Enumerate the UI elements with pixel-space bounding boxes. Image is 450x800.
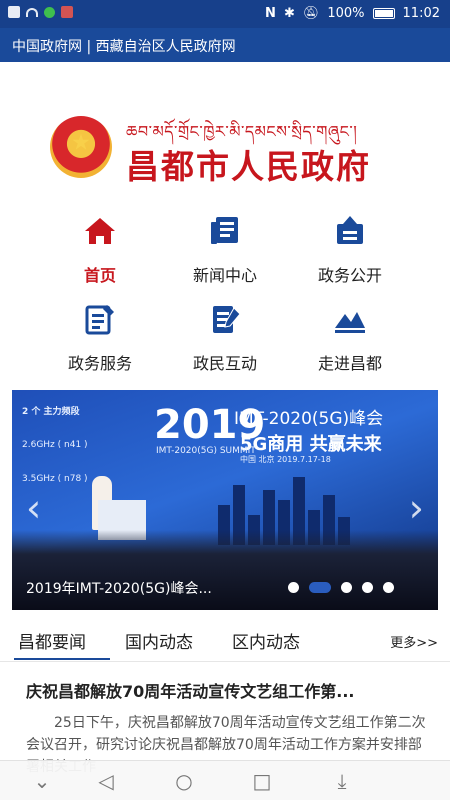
- banner-spec-bands: 2 个 主力频段: [22, 407, 80, 417]
- banner-spec-n41: 2.6GHz ( n41 ): [22, 440, 88, 450]
- active-tab-indicator: [14, 658, 110, 660]
- carousel-prev-icon[interactable]: ‹: [26, 486, 41, 530]
- nav-home[interactable]: 首页: [40, 214, 160, 292]
- banner-slogan: 5G商用 共赢未来: [240, 434, 382, 455]
- battery-percent: 100%: [327, 6, 365, 21]
- battery-icon: [372, 8, 395, 19]
- news-carousel[interactable]: 2 个 主力频段 2.6GHz ( n41 ) 3.5GHz ( n78 ) 2…: [12, 390, 438, 610]
- nav-label: 首页: [83, 266, 116, 285]
- interaction-icon: [213, 306, 241, 333]
- tab-regional-news[interactable]: 区内动态: [232, 628, 300, 653]
- carousel-dot[interactable]: [288, 582, 299, 593]
- nav-label: 新闻中心: [192, 266, 257, 285]
- top-links-bar: 中国政府网 | 西藏自治区人民政府网: [0, 28, 450, 62]
- landscape-icon: [335, 312, 365, 333]
- nav-label: 走进昌都: [317, 354, 382, 373]
- national-emblem-icon: ★: [50, 116, 112, 178]
- back-icon[interactable]: ◁: [94, 769, 118, 793]
- main-nav: 首页 新闻中心 政务公开 政务服务 政民互动 走进昌都: [0, 210, 450, 385]
- more-link[interactable]: 更多>>: [390, 632, 438, 651]
- banner-headline: IMT-2020(5G)峰会: [234, 409, 384, 429]
- mute-icon: 🔕︎: [302, 6, 320, 21]
- nav-news[interactable]: 新闻中心: [165, 214, 285, 292]
- tab-changdu-news[interactable]: 昌都要闻: [18, 628, 86, 653]
- site-title: 昌都市人民政府: [126, 147, 371, 186]
- carousel-indicators: [288, 582, 394, 593]
- audience-graphic: [12, 530, 438, 610]
- banner-spec-n78: 3.5GHz ( n78 ): [22, 474, 88, 484]
- carousel-dot[interactable]: [383, 582, 394, 593]
- system-nav-bar: ⌄ ◁ ○ □ ⤓: [0, 760, 450, 800]
- notification-pull-icon[interactable]: ⤓: [330, 769, 354, 793]
- nav-label: 政务服务: [67, 354, 132, 373]
- nav-gov-affairs[interactable]: 政务公开: [290, 214, 410, 292]
- service-icon: [85, 305, 114, 335]
- map-icon: [61, 6, 73, 18]
- carousel-dot-active[interactable]: [309, 582, 331, 593]
- carousel-next-icon[interactable]: ›: [409, 486, 424, 530]
- home-button-icon[interactable]: ○: [172, 769, 196, 793]
- top-links[interactable]: 中国政府网 | 西藏自治区人民政府网: [12, 36, 236, 56]
- home-icon: [85, 218, 115, 244]
- nav-interaction[interactable]: 政民互动: [165, 302, 285, 380]
- status-bar: N ✱ 🔕︎ 100% 11:02: [0, 0, 450, 28]
- tab-domestic-news[interactable]: 国内动态: [125, 628, 193, 653]
- wifi-icon: [26, 7, 38, 17]
- nav-label: 政民互动: [192, 354, 257, 373]
- news-icon: [211, 217, 238, 244]
- wechat-icon: [44, 6, 55, 18]
- carousel-dot[interactable]: [362, 582, 373, 593]
- tabs-divider: [0, 661, 450, 662]
- carousel-dot[interactable]: [341, 582, 352, 593]
- nav-service[interactable]: 政务服务: [40, 302, 160, 380]
- collapse-icon[interactable]: ⌄: [30, 769, 54, 793]
- bluetooth-icon: ✱: [283, 6, 295, 21]
- nav-label: 政务公开: [317, 266, 382, 285]
- news-tabs: 昌都要闻 国内动态 区内动态 更多>>: [0, 624, 450, 662]
- gov-affairs-icon: [337, 216, 363, 244]
- news-item-title[interactable]: 庆祝昌都解放70周年活动宣传文艺组工作第...: [26, 678, 430, 702]
- banner-date: 中国 北京 2019.7.17-18: [240, 455, 331, 464]
- clock: 11:02: [402, 6, 440, 21]
- sim-icon: [8, 6, 20, 18]
- nav-discover-changdu[interactable]: 走进昌都: [290, 302, 410, 380]
- carousel-caption[interactable]: 2019年IMT-2020(5G)峰会...: [26, 578, 212, 598]
- site-header: ★ ཆབ་མདོ་གྲོང་ཁྱེར་མི་དམངས་སྲིད་གཞུང་། 昌…: [0, 62, 450, 210]
- recents-icon[interactable]: □: [250, 769, 274, 793]
- nfc-icon: N: [265, 6, 276, 21]
